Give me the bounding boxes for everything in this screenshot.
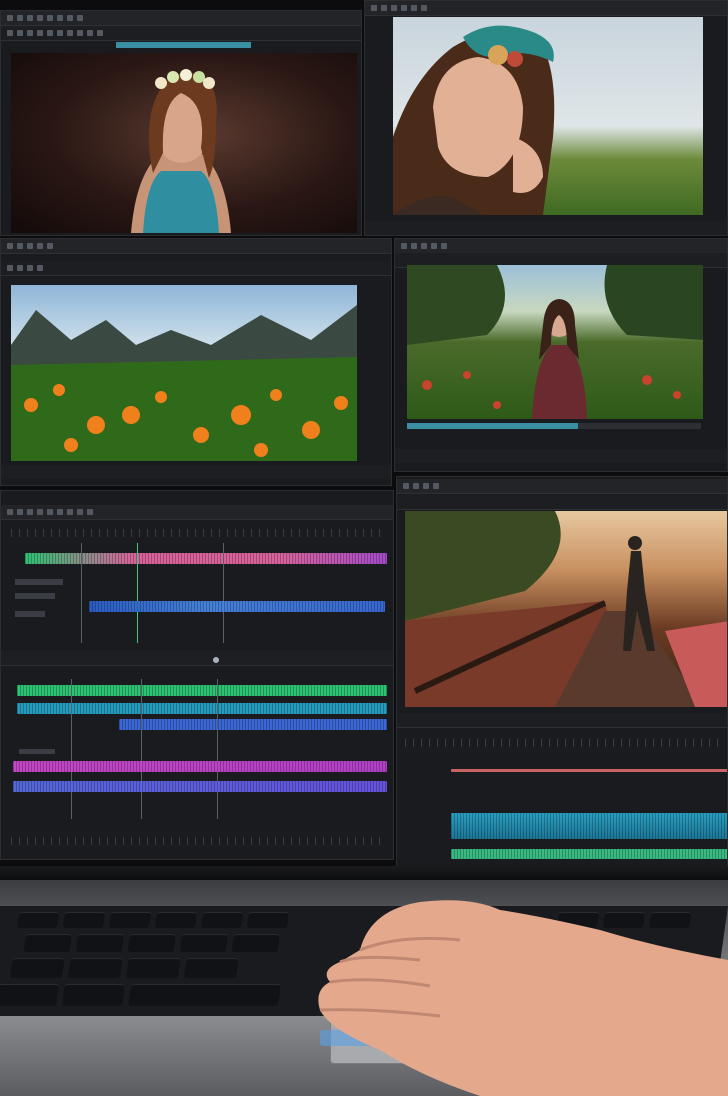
timeline-track[interactable] <box>451 769 727 772</box>
landscape <box>11 305 357 461</box>
track-header <box>15 593 55 599</box>
panel-footer <box>365 221 727 235</box>
timeline-track[interactable] <box>13 761 387 772</box>
timeline-panel <box>0 490 394 860</box>
key[interactable] <box>127 934 177 952</box>
panel-toolbar <box>365 1 727 16</box>
key[interactable] <box>67 958 123 978</box>
timeline-track[interactable] <box>451 849 727 859</box>
tool-icons[interactable] <box>7 263 47 272</box>
playhead-line[interactable] <box>81 543 82 643</box>
marker-line <box>137 543 138 643</box>
playhead-scrubber[interactable] <box>116 42 251 48</box>
panel-toolbar <box>1 11 361 26</box>
timeline-toolbar <box>1 505 393 520</box>
portrait-figure <box>131 69 231 233</box>
time-ruler[interactable] <box>405 739 719 747</box>
marker-line <box>217 679 218 819</box>
viewer-panel-mid-right <box>394 238 728 472</box>
timeline-track[interactable] <box>17 685 387 696</box>
video-preview-woman-in-garden[interactable] <box>407 265 703 419</box>
key[interactable] <box>62 912 106 928</box>
portrait-figure <box>393 25 555 215</box>
toolbar-icons[interactable] <box>403 481 443 490</box>
toolbar-icons[interactable] <box>7 241 57 250</box>
timeline-tool-icons[interactable] <box>7 507 97 516</box>
key[interactable] <box>61 984 126 1006</box>
sequence-bar <box>1 651 393 666</box>
video-preview-mountain-flower-field[interactable] <box>11 285 357 461</box>
sequence-slider-knob[interactable] <box>213 657 219 663</box>
viewer-panel-mid-left <box>0 238 392 486</box>
time-ruler[interactable] <box>11 529 383 537</box>
panel-toolbar <box>397 479 727 494</box>
key[interactable] <box>183 958 239 978</box>
viewer-panel-top-right <box>364 0 728 236</box>
track-header <box>15 579 63 585</box>
key[interactable] <box>9 958 65 978</box>
viewer-panel-bottom-right <box>396 476 728 870</box>
marker-line <box>71 679 72 819</box>
timeline-track[interactable] <box>17 703 387 714</box>
hand-on-trackpad <box>318 900 728 1096</box>
toolbar-icons[interactable] <box>7 11 87 25</box>
key[interactable] <box>23 934 73 952</box>
marker-line <box>141 679 142 819</box>
path-scene <box>405 511 727 707</box>
track-header <box>19 749 55 754</box>
panel-footer <box>1 465 391 479</box>
panel-subtoolbar <box>1 26 361 41</box>
key[interactable] <box>0 984 60 1006</box>
timeline-track[interactable] <box>119 719 387 730</box>
playhead-scrubber[interactable] <box>407 423 701 429</box>
garden-scene <box>407 265 703 419</box>
panel-toolbar <box>395 239 727 254</box>
key[interactable] <box>231 934 281 952</box>
viewer-panel-top-left <box>0 10 362 236</box>
toolbar-icons[interactable] <box>371 3 431 12</box>
video-preview-portrait-woman-flower-crown[interactable] <box>11 53 357 233</box>
key[interactable] <box>108 912 152 928</box>
timeline-track[interactable] <box>89 601 385 612</box>
panel-subtoolbar <box>397 495 727 510</box>
timeline-track[interactable] <box>13 781 387 792</box>
key[interactable] <box>179 934 229 952</box>
marker-line <box>223 543 224 643</box>
key[interactable] <box>75 934 125 952</box>
panel-footer <box>395 449 727 463</box>
panel-footer <box>397 713 727 728</box>
track-header <box>15 611 45 617</box>
key[interactable] <box>246 912 290 928</box>
key[interactable] <box>154 912 198 928</box>
toolbar-icons[interactable] <box>401 241 451 250</box>
timeline-track[interactable] <box>451 813 727 839</box>
panel-toolbar <box>1 239 391 254</box>
time-ruler-bottom[interactable] <box>11 837 383 845</box>
key[interactable] <box>200 912 244 928</box>
key[interactable] <box>16 912 60 928</box>
timeline-track[interactable] <box>25 553 387 564</box>
panel-subtoolbar <box>1 261 391 276</box>
key[interactable] <box>125 958 181 978</box>
video-preview-woman-teal-flower-headband[interactable] <box>393 17 703 215</box>
tool-icons[interactable] <box>7 28 107 37</box>
video-preview-man-walking-path[interactable] <box>405 511 727 707</box>
spacebar[interactable] <box>127 984 282 1006</box>
